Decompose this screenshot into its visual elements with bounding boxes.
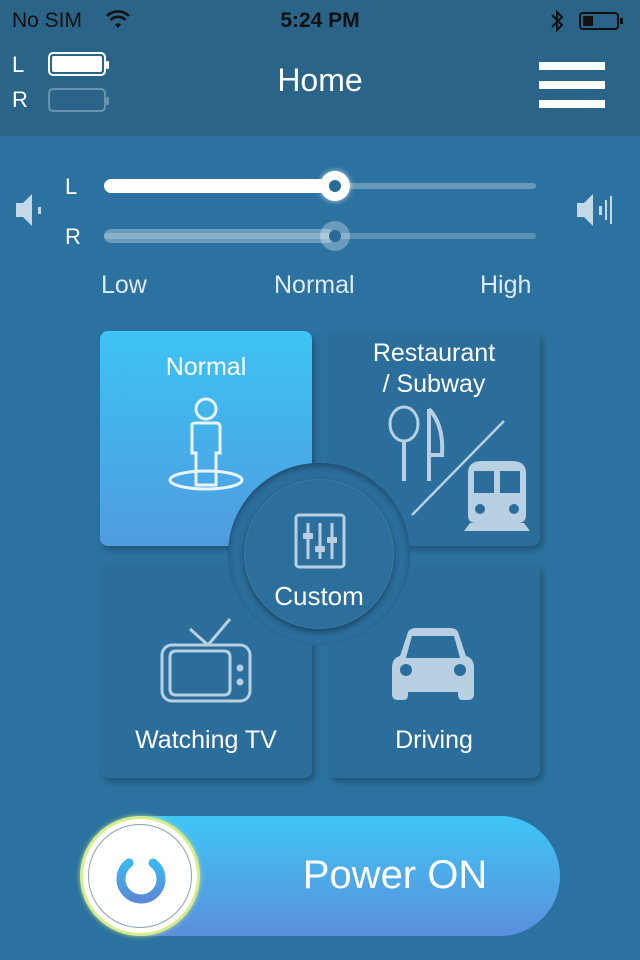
device-battery-icon [579,12,623,30]
menu-button[interactable] [539,62,605,108]
power-label: Power ON [302,853,488,897]
status-bar: No SIM 5:24 PM [0,6,640,36]
menu-line [539,81,605,89]
scale-high-label: High [480,271,532,299]
bluetooth-icon [551,9,564,33]
power-knob[interactable] [80,816,200,936]
left-volume-slider[interactable] [104,167,536,207]
mode-custom-label: Custom [274,581,364,611]
slider-thumb[interactable] [320,221,350,251]
slider-fill [104,229,335,243]
car-icon [392,628,474,700]
speaker-low-icon [16,194,41,226]
mode-custom-button[interactable]: Custom [244,479,394,629]
hamburger-menu-icon [539,62,605,70]
right-volume-label: R [65,224,81,249]
power-toggle[interactable]: Power ON [80,816,560,936]
slider-fill [104,179,335,193]
left-volume-label: L [65,174,78,199]
clock: 5:24 PM [280,9,360,32]
mode-normal-label: Normal [165,353,247,381]
slider-thumb[interactable] [320,171,350,201]
scale-normal-label: Normal [274,271,355,299]
header: No SIM 5:24 PM L R Home [0,0,640,136]
restaurant-subway-icon [388,405,530,531]
tv-icon [160,618,252,703]
right-volume-slider[interactable] [104,217,536,257]
mode-driving-label: Driving [395,726,473,754]
mode-restaurant-label-line2: / Subway [382,370,486,398]
person-standing-icon [168,397,244,491]
equalizer-icon [294,513,346,569]
menu-line [539,100,605,108]
scale-low-label: Low [101,271,147,299]
mode-restaurant-label-line1: Restaurant [372,339,496,367]
power-icon [116,847,166,904]
speaker-high-icon [577,194,612,226]
mode-tv-label: Watching TV [135,726,277,754]
